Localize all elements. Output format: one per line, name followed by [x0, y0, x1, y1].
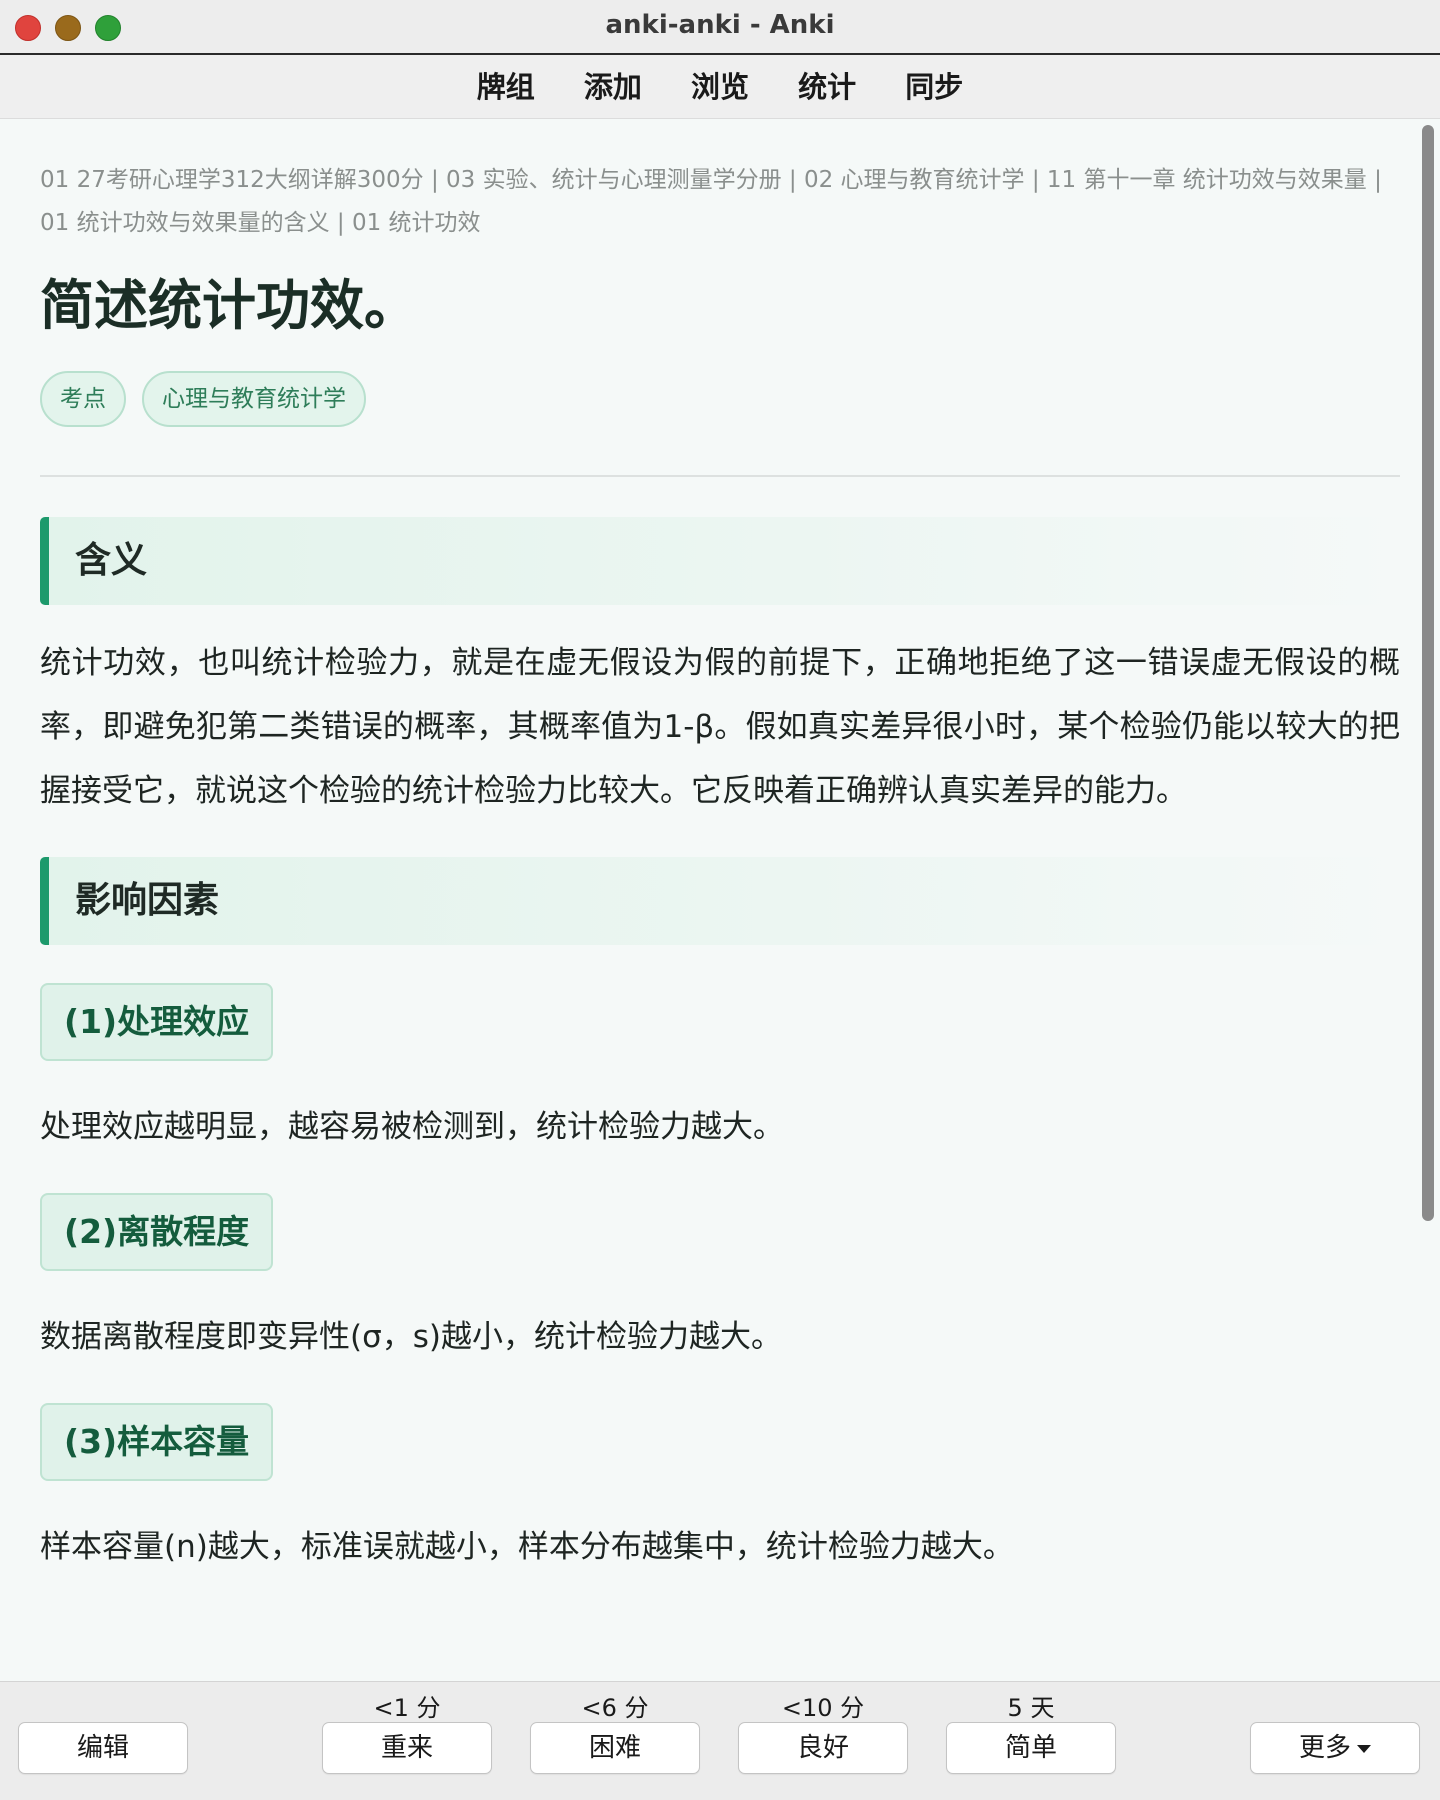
factor-heading: (2)离散程度 — [40, 1193, 274, 1271]
nav-add[interactable]: 添加 — [584, 55, 642, 119]
meaning-text: 统计功效，也叫统计检验力，就是在虚无假设为假的前提下，正确地拒绝了这一错误虚无假… — [40, 645, 1400, 809]
factor-block: (3)样本容量 样本容量(n)越大，标准误就越小，样本分布越集中，统计检验力越大… — [40, 1403, 1400, 1567]
tag-list: 考点 心理与教育统计学 — [40, 371, 1400, 427]
more-button[interactable]: 更多 — [1250, 1722, 1420, 1774]
good-interval: <10 分 — [781, 1694, 865, 1722]
answer-bar: 编辑 <1 分 重来 <6 分 困难 <10 分 良好 5 天 简单 更多 — [0, 1681, 1440, 1800]
good-button[interactable]: 良好 — [738, 1722, 908, 1774]
section-heading-meaning: 含义 — [40, 517, 1400, 605]
card-question: 简述统计功效。 — [40, 274, 418, 337]
hard-interval: <6 分 — [581, 1694, 649, 1722]
scrollbar-thumb[interactable] — [1422, 125, 1434, 1221]
card-body: 01 27考研心理学312大纲详解300分 | 03 实验、统计与心理测量学分册… — [40, 159, 1400, 1567]
divider — [40, 475, 1400, 477]
factor-text: 样本容量(n)越大，标准误就越小，样本分布越集中，统计检验力越大。 — [40, 1529, 1014, 1565]
factor-block: (1)处理效应 处理效应越明显，越容易被检测到，统计检验力越大。 — [40, 983, 1400, 1147]
again-button[interactable]: 重来 — [322, 1722, 492, 1774]
top-nav: 牌组 添加 浏览 统计 同步 — [0, 55, 1440, 119]
nav-decks[interactable]: 牌组 — [477, 55, 535, 119]
factor-heading: (3)样本容量 — [40, 1403, 274, 1481]
more-label: 更多 — [1298, 1733, 1351, 1763]
card-content[interactable]: 01 27考研心理学312大纲详解300分 | 03 实验、统计与心理测量学分册… — [0, 119, 1440, 1681]
factor-text: 数据离散程度即变异性(σ，s)越小，统计检验力越大。 — [40, 1319, 782, 1355]
section-heading-factors: 影响因素 — [40, 857, 1400, 945]
edit-button[interactable]: 编辑 — [18, 1722, 188, 1774]
deck-breadcrumb: 01 27考研心理学312大纲详解300分 | 03 实验、统计与心理测量学分册… — [40, 167, 1382, 236]
easy-button[interactable]: 简单 — [946, 1722, 1116, 1774]
nav-sync[interactable]: 同步 — [905, 55, 963, 119]
chevron-down-icon — [1357, 1744, 1371, 1753]
factor-text: 处理效应越明显，越容易被检测到，统计检验力越大。 — [40, 1109, 784, 1145]
anki-window: anki-anki - Anki 牌组 添加 浏览 统计 同步 01 27考研心… — [0, 0, 1440, 1800]
window-title: anki-anki - Anki — [605, 10, 835, 40]
tag-chip[interactable]: 心理与教育统计学 — [142, 371, 366, 427]
nav-browse[interactable]: 浏览 — [691, 55, 749, 119]
easy-interval: 5 天 — [1007, 1694, 1055, 1722]
factor-heading: (1)处理效应 — [40, 983, 274, 1061]
again-interval: <1 分 — [373, 1694, 441, 1722]
factor-block: (2)离散程度 数据离散程度即变异性(σ，s)越小，统计检验力越大。 — [40, 1193, 1400, 1357]
hard-button[interactable]: 困难 — [530, 1722, 700, 1774]
tag-chip[interactable]: 考点 — [40, 371, 126, 427]
nav-stats[interactable]: 统计 — [798, 55, 856, 119]
title-bar: anki-anki - Anki — [0, 0, 1440, 55]
